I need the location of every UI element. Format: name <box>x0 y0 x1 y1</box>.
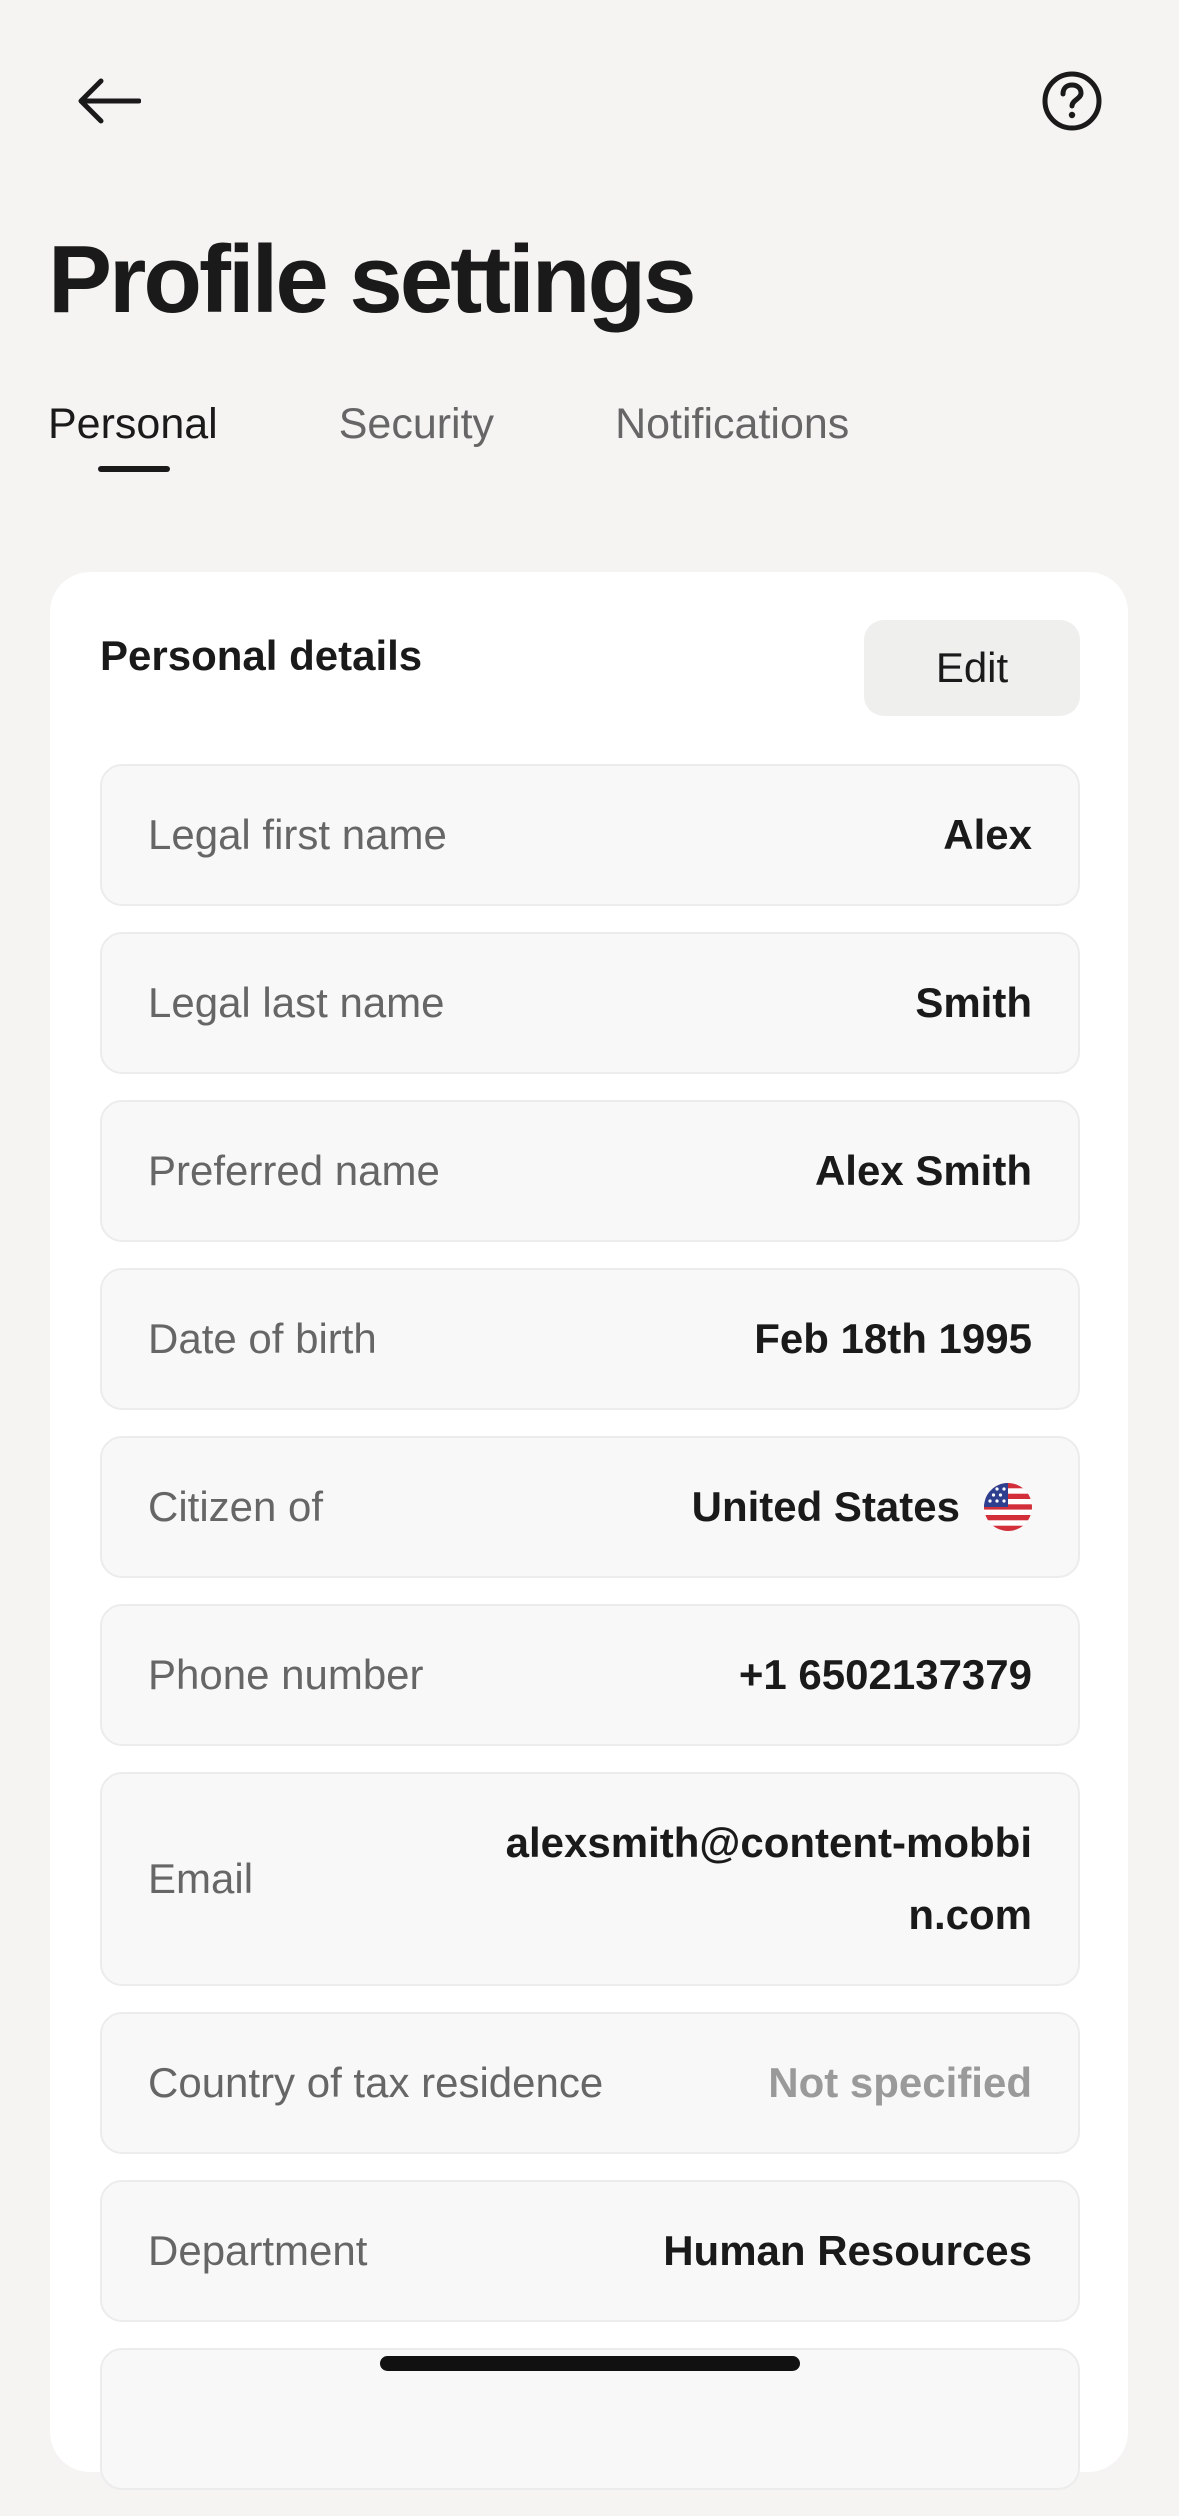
field-department[interactable]: Department Human Resources <box>100 2180 1080 2322</box>
tab-personal[interactable]: Personal <box>48 392 218 472</box>
field-citizen-of[interactable]: Citizen of United States <box>100 1436 1080 1578</box>
question-circle-icon <box>1042 71 1102 131</box>
field-country-of-tax-residence[interactable]: Country of tax residence Not specified <box>100 2012 1080 2154</box>
field-list: Legal first name Alex Legal last name Sm… <box>100 764 1080 2516</box>
field-value-group: United States <box>692 1479 1032 1535</box>
card-header: Personal details Edit <box>100 620 1080 716</box>
field-preferred-name[interactable]: Preferred name Alex Smith <box>100 1100 1080 1242</box>
field-label: Citizen of <box>148 1483 324 1530</box>
field-value: Not specified <box>768 2059 1032 2106</box>
field-label: Legal first name <box>148 811 447 858</box>
top-bar <box>0 0 1179 200</box>
field-value: +1 6502137379 <box>738 1651 1032 1698</box>
field-label: Preferred name <box>148 1147 440 1194</box>
field-legal-last-name[interactable]: Legal last name Smith <box>100 932 1080 1074</box>
field-phone-number[interactable]: Phone number +1 6502137379 <box>100 1604 1080 1746</box>
field-value: alexsmith@content-mobbin.com <box>505 1819 1032 1938</box>
field-legal-first-name[interactable]: Legal first name Alex <box>100 764 1080 906</box>
tab-notifications[interactable]: Notifications <box>615 392 849 472</box>
tab-security[interactable]: Security <box>339 392 494 472</box>
field-value: Smith <box>915 979 1032 1026</box>
back-button[interactable] <box>66 62 150 140</box>
help-button[interactable] <box>1030 62 1114 140</box>
field-label: Department <box>148 2227 368 2274</box>
field-label: Email <box>148 1855 254 1902</box>
field-label: Legal last name <box>148 979 445 1026</box>
field-value: Alex <box>943 811 1032 858</box>
home-indicator <box>380 2356 800 2371</box>
field-value: Alex Smith <box>814 1147 1032 1194</box>
field-label: Date of birth <box>148 1315 377 1362</box>
active-tab-indicator <box>98 466 170 472</box>
field-label: Phone number <box>148 1651 424 1698</box>
page-title: Profile settings <box>48 226 696 333</box>
field-label: Country of tax residence <box>148 2059 604 2106</box>
personal-details-card: Personal details Edit Legal first name A… <box>50 572 1128 2490</box>
field-email[interactable]: Email alexsmith@content-mobbin.com <box>100 1772 1080 1986</box>
us-flag-icon <box>984 1483 1032 1531</box>
edit-button[interactable]: Edit <box>864 620 1080 716</box>
field-value: Human Resources <box>663 2227 1032 2274</box>
field-date-of-birth[interactable]: Date of birth Feb 18th 1995 <box>100 1268 1080 1410</box>
tab-bar: Personal Security Notifications <box>48 392 849 472</box>
field-value: Feb 18th 1995 <box>754 1315 1032 1362</box>
field-value: United States <box>691 1483 960 1530</box>
arrow-left-icon <box>78 78 141 124</box>
card-title: Personal details <box>100 632 423 679</box>
